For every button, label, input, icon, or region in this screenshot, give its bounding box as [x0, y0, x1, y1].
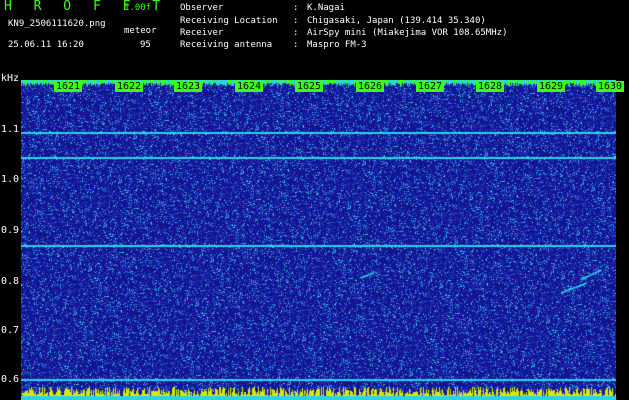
meteor-label: meteor — [124, 26, 157, 36]
x-tick-label: 1627 — [416, 81, 445, 92]
info-key: Receiving Location — [180, 16, 278, 26]
info-colon: : — [293, 40, 299, 50]
y-tick-label: 0.9 — [1, 225, 20, 236]
y-tick-label: 1.0 — [1, 174, 20, 185]
datetime: 25.06.11 16:20 — [8, 40, 84, 50]
x-tick-label: 1621 — [54, 81, 83, 92]
spectrogram-plot — [21, 80, 616, 400]
x-tick-label: 1626 — [356, 81, 385, 92]
info-colon: : — [293, 28, 299, 38]
info-key: Receiving antenna — [180, 40, 273, 50]
y-axis-unit-label: kHz — [1, 73, 20, 84]
spectrogram-canvas — [21, 80, 616, 400]
x-tick-label: 1622 — [115, 81, 144, 92]
y-tick-label: 1.1 — [1, 124, 20, 135]
info-key: Observer — [180, 3, 224, 13]
info-value: K.Nagai — [307, 3, 345, 13]
info-value: Maspro FM-3 — [307, 40, 367, 50]
x-tick-label: 1630 — [596, 81, 625, 92]
x-tick-label: 1625 — [295, 81, 324, 92]
info-value: Chigasaki, Japan (139.414 35.340) — [307, 16, 486, 26]
app-version: 1.00f — [124, 3, 152, 13]
y-tick-label: 0.7 — [1, 325, 20, 336]
file-name: KN9_2506111620.png — [8, 19, 106, 29]
info-value: AirSpy mini (Miakejima VOR 108.65MHz) — [307, 28, 508, 38]
x-tick-label: 1628 — [476, 81, 505, 92]
x-tick-label: 1624 — [235, 81, 264, 92]
y-tick-label: 0.6 — [1, 374, 20, 385]
info-key: Receiver — [180, 28, 224, 38]
y-tick-label: 0.8 — [1, 276, 20, 287]
info-colon: : — [293, 3, 299, 13]
x-tick-label: 1629 — [537, 81, 566, 92]
x-tick-label: 1623 — [174, 81, 203, 92]
meteor-count: 95 — [140, 40, 151, 50]
info-colon: : — [293, 16, 299, 26]
